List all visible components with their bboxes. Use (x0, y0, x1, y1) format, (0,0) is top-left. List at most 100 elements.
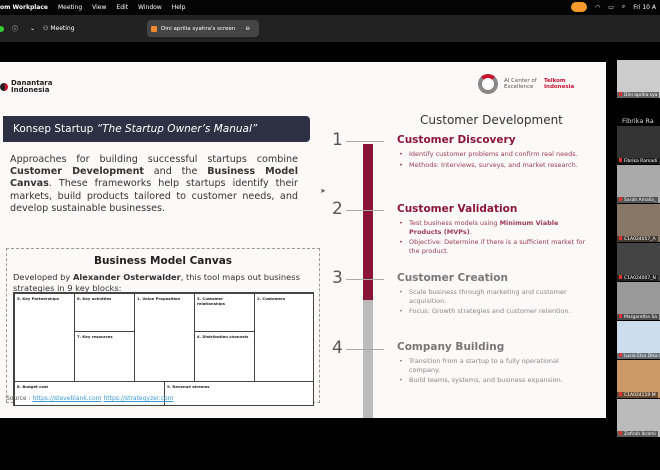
wifi-icon[interactable]: ◠ (595, 4, 600, 11)
stage-bullet: Focus: Growth strategies and customer re… (397, 307, 587, 316)
intro-text: . These frameworks help startups identif… (10, 178, 298, 214)
participants-panel: Dini aprilia sya Fibrika Ra Fibrika Rama… (612, 60, 660, 440)
stage-number: 4 (332, 338, 387, 358)
stage-company-building: Company Building Transition from a start… (397, 341, 587, 387)
danantara-logo-mark (0, 83, 8, 91)
share-screen-icon (151, 25, 157, 32)
shared-slide: Danantara Indonesia AI Center of Excellen… (0, 62, 606, 418)
status-dot-icon (0, 25, 4, 32)
shield-icon[interactable]: ⌄ (30, 25, 35, 32)
logo-line: Indonesia (11, 86, 50, 94)
bmc-cell: 8. Budget cost (14, 381, 165, 406)
menu-view[interactable]: View (92, 4, 106, 11)
participant-name: C1A024119 M (624, 393, 656, 398)
participant-name: Dini aprilia sya (624, 93, 658, 98)
source-link[interactable]: https://steveblank.com (32, 395, 101, 402)
share-label: Dini aprilia syahra's screen (161, 25, 236, 32)
meeting-button[interactable]: ⚇ Meeting (43, 25, 75, 32)
participant-name: Margaretha Sa (624, 315, 657, 320)
bmc-cell: 6. Key activities (74, 293, 135, 332)
intro-text: Approaches for building successful start… (10, 154, 298, 165)
source-link[interactable]: https://strategyzer.com (103, 395, 173, 402)
business-model-canvas-box: Business Model Canvas Developed by Alexa… (6, 248, 320, 406)
participant-tile[interactable]: C1A024057_A (617, 204, 660, 242)
mic-muted-icon (619, 197, 622, 201)
battery-icon[interactable]: ▭ (608, 4, 614, 11)
stage-number: 2 (332, 199, 387, 219)
stage-title: Customer Creation (397, 272, 508, 284)
bmc-cell: 1. Value Proposition (134, 293, 195, 382)
stage-customer-discovery: Customer Discovery Identify customer pro… (397, 134, 587, 171)
stage-title: Customer Discovery (397, 134, 516, 146)
participant-name: C1A024007_N (624, 276, 656, 281)
banner-prefix: Konsep Startup (13, 123, 97, 135)
customer-development-title: Customer Development (420, 113, 563, 127)
ai-center-text: AI Center of Excellence (504, 78, 537, 90)
app-name[interactable]: om Workplace (0, 4, 48, 11)
mic-muted-icon (619, 275, 622, 279)
screen-share-indicator[interactable]: Dini aprilia syahra's screen ⊖ (147, 20, 259, 37)
participant-tile[interactable]: C1A024119 M (617, 360, 660, 398)
mic-muted-icon (619, 314, 622, 318)
search-icon[interactable]: ⌕ (622, 3, 625, 11)
menu-edit[interactable]: Edit (116, 4, 128, 11)
source-line: Source : https://steveblank.com https://… (6, 395, 173, 402)
participant-tile[interactable]: C1A024007_N (617, 243, 660, 281)
bmc-cell: 9. Revenue streams (164, 381, 314, 406)
partner-logos: AI Center of Excellence Telkom Indonesia (478, 74, 578, 94)
intro-text: and the (143, 166, 208, 178)
participant-tile[interactable]: Fibrika Ramadi (617, 126, 660, 164)
menu-meeting[interactable]: Meeting (58, 4, 82, 11)
participant-name: Fibrika Ramadi (624, 159, 658, 164)
bmc-cell: 2. Customers (254, 293, 314, 382)
participant-tile[interactable]: Zafirah Ikrami (617, 399, 660, 437)
clock: Fri 10 A (633, 3, 656, 11)
participant-tile[interactable]: Margaretha Sa (617, 282, 660, 320)
stage-bullet: Test business models using Minimum Viabl… (397, 219, 587, 236)
bmc-title: Business Model Canvas (93, 255, 233, 267)
active-speaker-name: Fibrika Ra (622, 117, 654, 125)
menu-window[interactable]: Window (138, 4, 162, 11)
slide-title-banner: Konsep Startup “The Startup Owner’s Manu… (3, 116, 310, 142)
stage-customer-validation: Customer Validation Test business models… (397, 203, 587, 257)
bmc-cell: 7. Key resources (74, 331, 135, 382)
bmc-grid: 5. Key Partnerships 6. Key activities 7.… (13, 292, 314, 406)
mouse-cursor-icon: ➤ (320, 187, 326, 195)
telkom-logo: Telkom Indonesia (544, 78, 575, 90)
menu-bar: om Workplace Meeting View Edit Window He… (0, 0, 660, 15)
bmc-description: Developed by Alexander Osterwalder, this… (7, 267, 319, 294)
more-options-icon[interactable]: ⊖ (245, 26, 250, 32)
mic-muted-icon (619, 392, 622, 396)
bmc-author: Alexander Osterwalder (72, 272, 181, 282)
bullet-text: . (469, 227, 472, 236)
participant-tile[interactable]: Dini aprilia sya (617, 60, 660, 98)
stage-bullet: Build teams, systems, and business expan… (397, 376, 587, 385)
menu-help[interactable]: Help (172, 4, 186, 11)
bmc-cell: 3. Customer relationships (194, 293, 255, 332)
recording-icon[interactable] (571, 2, 587, 12)
stage-title: Customer Validation (397, 203, 518, 215)
stage-bullet: Scale business through marketing and cus… (397, 288, 587, 305)
participant-name: C1A024057_A (624, 237, 656, 242)
participant-name: Lusia Elsa Dika D (624, 354, 660, 359)
mic-muted-icon (619, 353, 622, 357)
banner-book-title: “The Startup Owner’s Manual” (96, 123, 258, 135)
source-label: Source : (6, 395, 33, 402)
participant-tile[interactable]: Lusia Elsa Dika D (617, 321, 660, 359)
stage-number: 1 (332, 130, 387, 150)
stage-title: Company Building (397, 341, 505, 353)
danantara-logo: Danantara Indonesia (0, 80, 52, 94)
stage-bullet: Objective: Determine if there is a suffi… (397, 238, 587, 255)
stage-bullet: Transition from a startup to a fully ope… (397, 357, 587, 374)
participant-tile[interactable]: Sarah Amalia_ (617, 165, 660, 203)
info-icon[interactable]: ⓘ (12, 24, 18, 33)
bmc-text: Developed by (13, 272, 73, 282)
meeting-label: Meeting (50, 25, 75, 32)
ai-center-logo-icon (478, 74, 498, 94)
stage-bullet: Methods: Interviews, surveys, and market… (397, 161, 587, 170)
bmc-cell: 4. Distribution channels (194, 331, 255, 382)
bullet-text: Test business models using (409, 219, 500, 227)
participant-name: Sarah Amalia_ (624, 198, 657, 203)
mic-muted-icon (619, 158, 622, 162)
participant-name: Zafirah Ikrami (624, 432, 656, 437)
